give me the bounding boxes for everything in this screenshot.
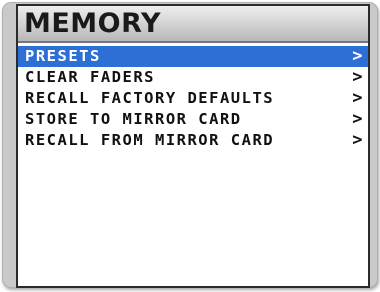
lcd-screen: MEMORY PRESETS > CLEAR FADERS > RECALL F… <box>16 4 370 288</box>
screen-title: MEMORY <box>24 8 161 39</box>
title-bar: MEMORY <box>18 6 368 43</box>
menu-item-recall-factory-defaults[interactable]: RECALL FACTORY DEFAULTS > <box>18 88 368 109</box>
menu-item-store-to-mirror-card[interactable]: STORE TO MIRROR CARD > <box>18 109 368 130</box>
chevron-right-icon: > <box>352 88 364 108</box>
menu-item-recall-from-mirror-card[interactable]: RECALL FROM MIRROR CARD > <box>18 130 368 151</box>
memory-menu: PRESETS > CLEAR FADERS > RECALL FACTORY … <box>18 43 368 151</box>
menu-item-label: CLEAR FADERS <box>25 68 155 86</box>
menu-item-label: RECALL FACTORY DEFAULTS <box>25 89 275 107</box>
chevron-right-icon: > <box>352 130 364 150</box>
chevron-right-icon: > <box>352 67 364 87</box>
chevron-right-icon: > <box>352 109 364 129</box>
menu-item-clear-faders[interactable]: CLEAR FADERS > <box>18 67 368 88</box>
menu-item-label: RECALL FROM MIRROR CARD <box>25 131 275 149</box>
chevron-right-icon: > <box>352 46 364 66</box>
menu-item-presets[interactable]: PRESETS > <box>18 46 368 67</box>
menu-item-label: PRESETS <box>25 47 101 65</box>
menu-item-label: STORE TO MIRROR CARD <box>25 110 242 128</box>
